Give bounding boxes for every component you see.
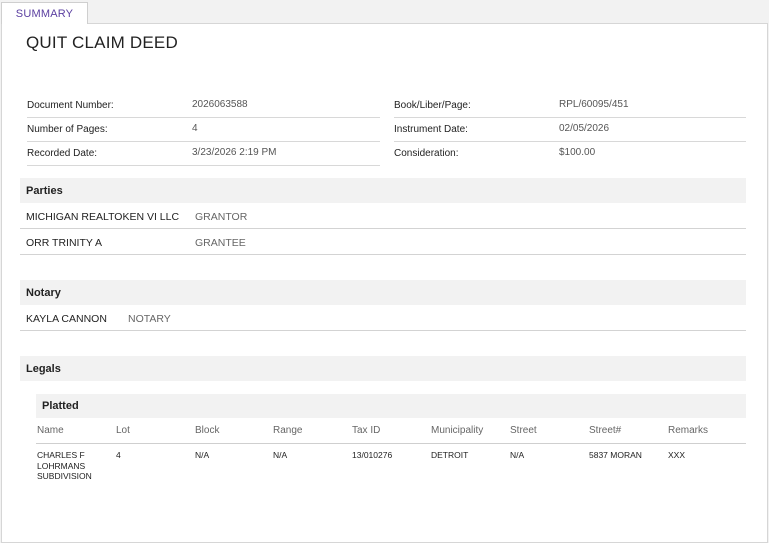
notary-heading: Notary	[20, 280, 746, 305]
column-header-municipality: Municipality	[431, 425, 484, 436]
cell-block: N/A	[195, 450, 210, 460]
cell-tax-id: 13/010276	[352, 450, 393, 460]
party-name: MICHIGAN REALTOKEN VI LLC	[26, 211, 180, 223]
field-recorded-date: Recorded Date: 3/23/2026 2:19 PM	[27, 142, 380, 166]
field-value: RPL/60095/451	[559, 99, 629, 110]
cell-lot: 4	[116, 450, 121, 460]
platted-heading-label: Platted	[42, 400, 79, 412]
notary-heading-label: Notary	[26, 287, 61, 299]
party-row: MICHIGAN REALTOKEN VI LLC GRANTOR	[20, 203, 746, 229]
field-value: $100.00	[559, 147, 596, 158]
field-label: Number of Pages:	[27, 124, 108, 135]
column-header-street-number: Street#	[589, 425, 622, 436]
parties-heading: Parties	[20, 178, 746, 203]
party-row: ORR TRINITY A GRANTEE	[20, 229, 746, 255]
legals-heading: Legals	[20, 356, 746, 381]
table-header-divider	[36, 443, 746, 444]
tab-summary[interactable]: SUMMARY	[1, 2, 88, 24]
legals-heading-label: Legals	[26, 363, 61, 375]
party-role: GRANTEE	[195, 237, 246, 249]
platted-heading: Platted	[36, 394, 746, 418]
column-header-tax-id: Tax ID	[352, 425, 381, 436]
cell-municipality: DETROIT	[431, 450, 469, 460]
column-header-street: Street	[510, 425, 537, 436]
notary-name: KAYLA CANNON	[26, 313, 107, 325]
field-value: 02/05/2026	[559, 123, 610, 134]
notary-row: KAYLA CANNON NOTARY	[20, 305, 746, 331]
field-value: 4	[192, 123, 198, 134]
party-name: ORR TRINITY A	[26, 237, 103, 249]
cell-street-number: 5837 MORAN	[589, 450, 642, 460]
field-value: 3/23/2026 2:19 PM	[192, 147, 277, 158]
notary-role: NOTARY	[128, 313, 171, 325]
column-header-remarks: Remarks	[668, 425, 709, 436]
field-label: Recorded Date:	[27, 148, 98, 159]
field-label: Instrument Date:	[394, 124, 468, 135]
column-header-lot: Lot	[116, 425, 130, 436]
field-number-of-pages: Number of Pages: 4	[27, 118, 380, 142]
field-value: 2026063588	[192, 99, 248, 110]
column-header-range: Range	[273, 425, 303, 436]
party-role: GRANTOR	[195, 211, 248, 223]
field-label: Consideration:	[394, 148, 459, 159]
field-book-liber-page: Book/Liber/Page: RPL/60095/451	[394, 94, 746, 118]
cell-street: N/A	[510, 450, 525, 460]
cell-name: CHARLES F LOHRMANS SUBDIVISION	[37, 450, 92, 481]
cell-range: N/A	[273, 450, 288, 460]
field-label: Document Number:	[27, 100, 114, 111]
field-instrument-date: Instrument Date: 02/05/2026	[394, 118, 746, 142]
cell-remarks: XXX	[668, 450, 686, 460]
column-header-name: Name	[37, 425, 64, 436]
column-header-block: Block	[195, 425, 220, 436]
tab-bar: SUMMARY	[0, 0, 769, 24]
parties-heading-label: Parties	[26, 185, 63, 197]
field-consideration: Consideration: $100.00	[394, 142, 746, 166]
field-document-number: Document Number: 2026063588	[27, 94, 380, 118]
field-label: Book/Liber/Page:	[394, 100, 471, 111]
document-title: QUIT CLAIM DEED	[26, 33, 178, 52]
